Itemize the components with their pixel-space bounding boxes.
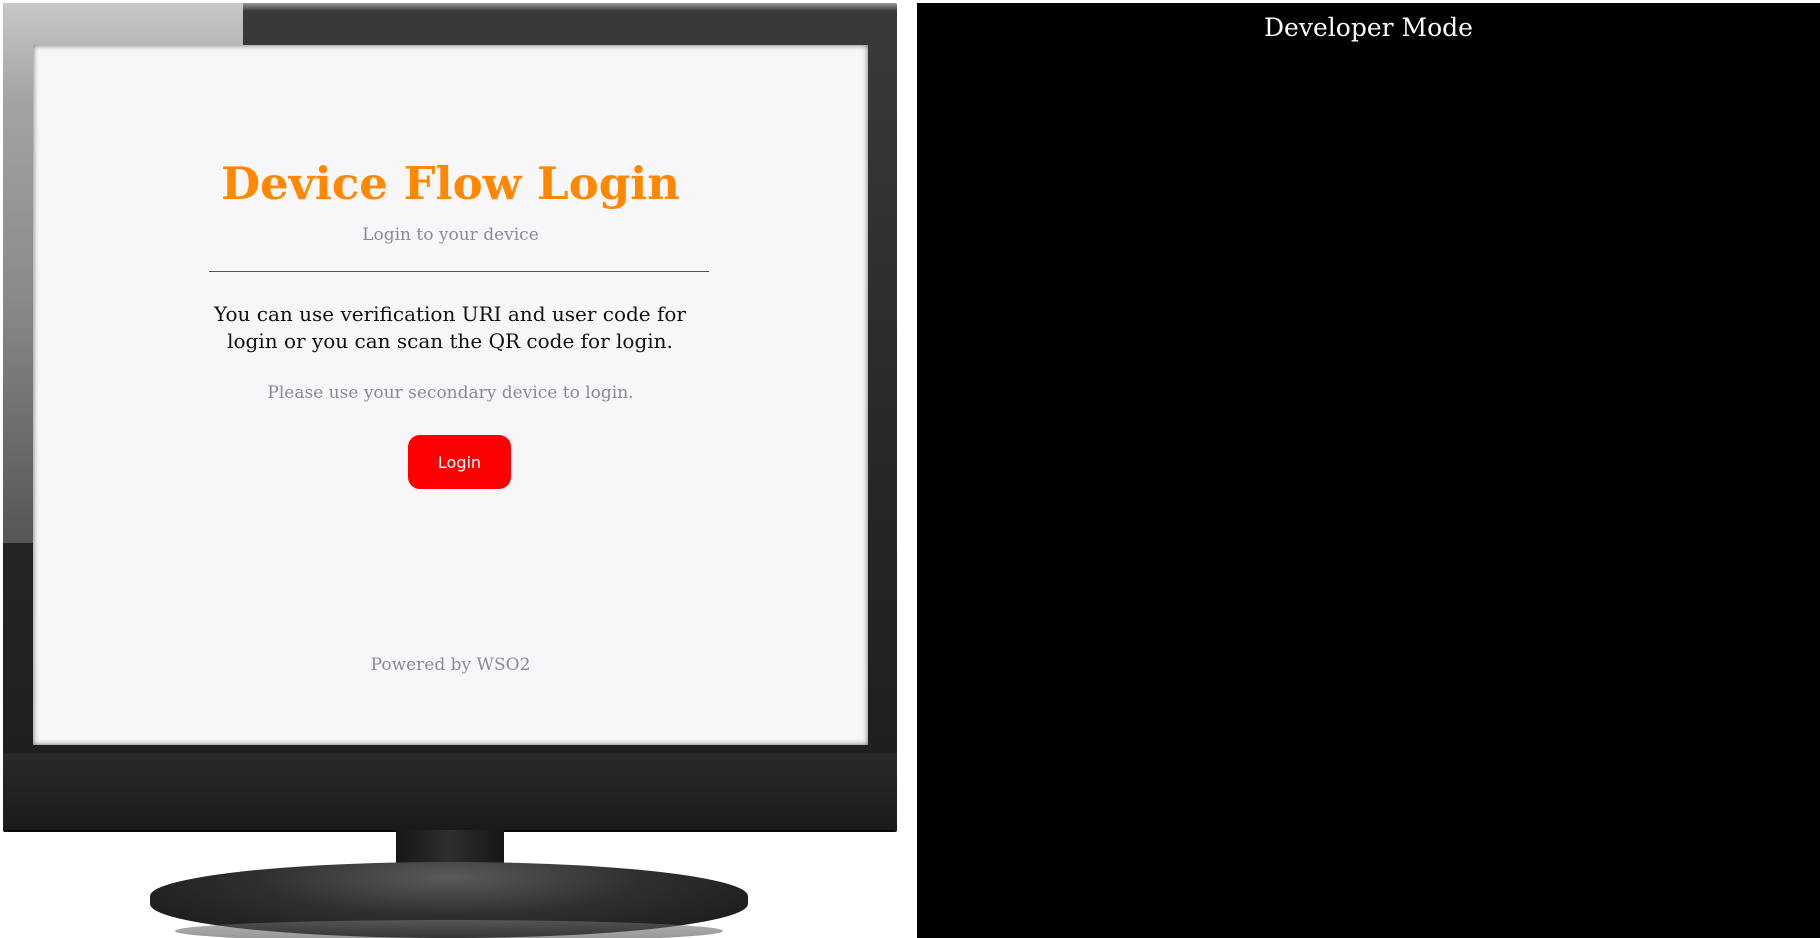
secondary-device-note: Please use your secondary device to logi… [267, 383, 634, 403]
developer-mode-panel: Developer Mode [917, 3, 1820, 938]
instructions-text: You can use verification URI and user co… [214, 302, 686, 353]
bezel-bottom [3, 753, 897, 830]
powered-by-footer: Powered by WSO2 [370, 655, 531, 675]
monitor-stand-shine [175, 920, 723, 938]
device-screen: Device Flow Login Login to your device Y… [33, 45, 868, 745]
login-button[interactable]: Login [408, 435, 511, 489]
monitor-illustration: Device Flow Login Login to your device Y… [0, 0, 900, 938]
page-subtitle: Login to your device [362, 225, 539, 245]
page: Device Flow Login Login to your device Y… [0, 0, 1820, 938]
bezel-gloss-top [243, 3, 897, 11]
developer-mode-title: Developer Mode [1264, 13, 1473, 42]
divider [209, 271, 709, 272]
page-title: Device Flow Login [221, 157, 680, 210]
